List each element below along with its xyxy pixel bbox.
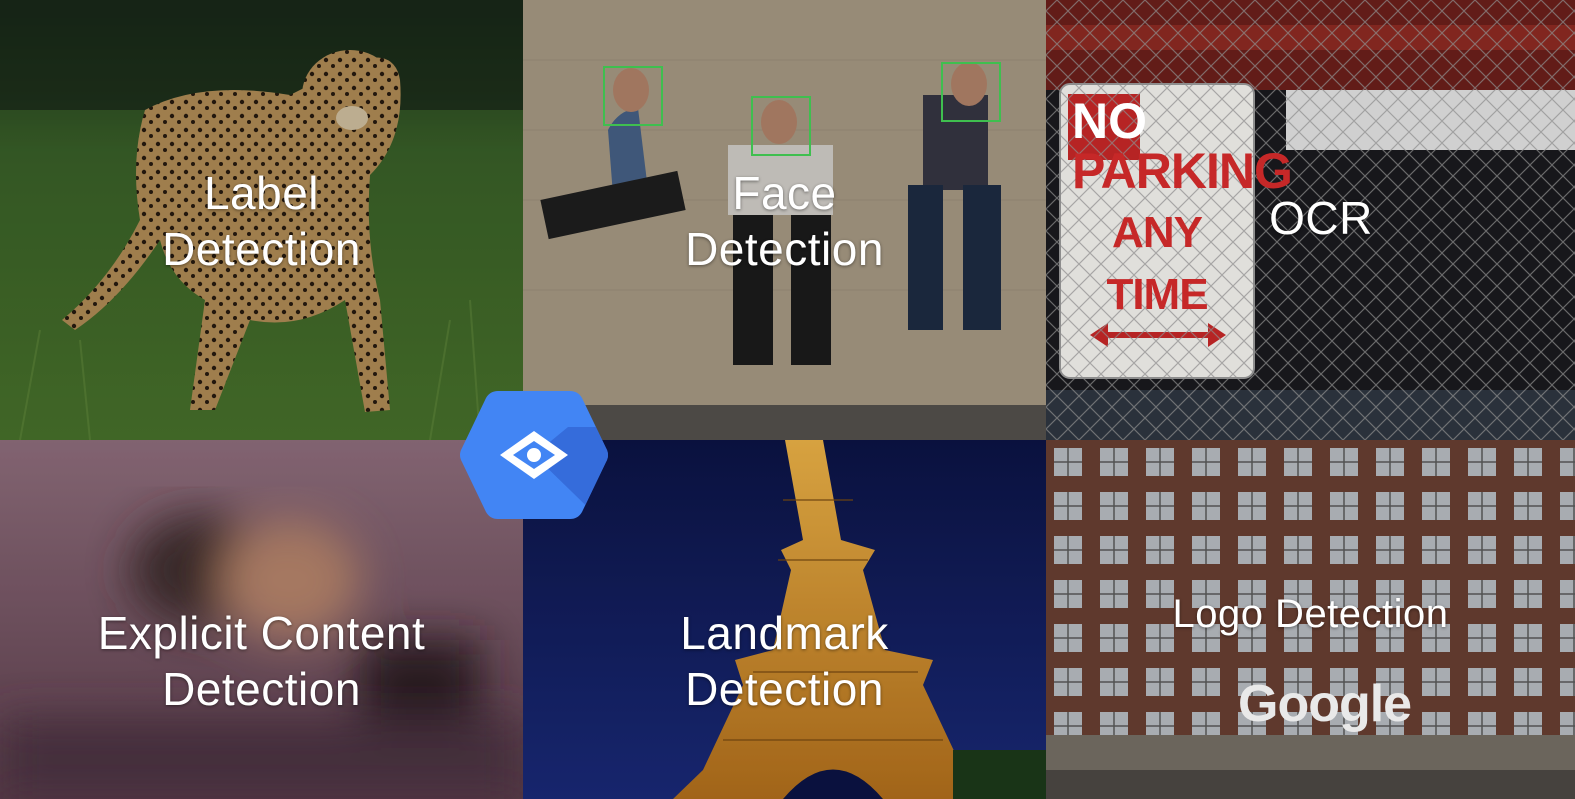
tile-logo-detection: Logo Detection: [1046, 440, 1575, 799]
tile-label-detection: Label Detection: [0, 0, 523, 440]
face-bounding-box: [941, 62, 1001, 122]
caption-line: Explicit Content: [97, 607, 426, 659]
caption-line: Detection: [685, 663, 884, 715]
caption-face-detection: Face Detection: [523, 165, 1046, 277]
caption-line: Detection: [162, 663, 361, 715]
face-bounding-box: [603, 66, 663, 126]
face-bounding-box: [751, 96, 811, 156]
caption-landmark-detection: Landmark Detection: [523, 605, 1046, 717]
feature-grid: Label Detection Face Detection PARKING A…: [0, 0, 1575, 799]
caption-line: OCR: [1269, 192, 1373, 244]
caption-logo-detection: Logo Detection: [1046, 586, 1575, 642]
caption-line: Detection: [685, 223, 884, 275]
caption-line: Detection: [162, 223, 361, 275]
tile-explicit-content-detection: Explicit Content Detection: [0, 440, 523, 799]
sign-text: PARKING ANY TIME: [1072, 140, 1293, 326]
caption-line: Face: [732, 167, 837, 219]
cloud-vision-hexagon-icon: [460, 391, 608, 519]
caption-ocr: OCR: [1256, 190, 1386, 246]
tile-face-detection: Face Detection: [523, 0, 1046, 440]
caption-line: Label: [203, 167, 320, 219]
caption-explicit-content: Explicit Content Detection: [0, 605, 523, 717]
caption-line: Logo Detection: [1172, 592, 1449, 636]
caption-line: Landmark: [680, 607, 889, 659]
sign-line-no: NO: [1072, 93, 1147, 149]
tile-ocr: PARKING ANY TIME NO OCR: [1046, 0, 1575, 440]
caption-label-detection: Label Detection: [0, 165, 523, 277]
sign-line-anytime: ANY TIME: [1106, 208, 1208, 319]
google-logo-wordmark: Google: [1238, 675, 1412, 733]
